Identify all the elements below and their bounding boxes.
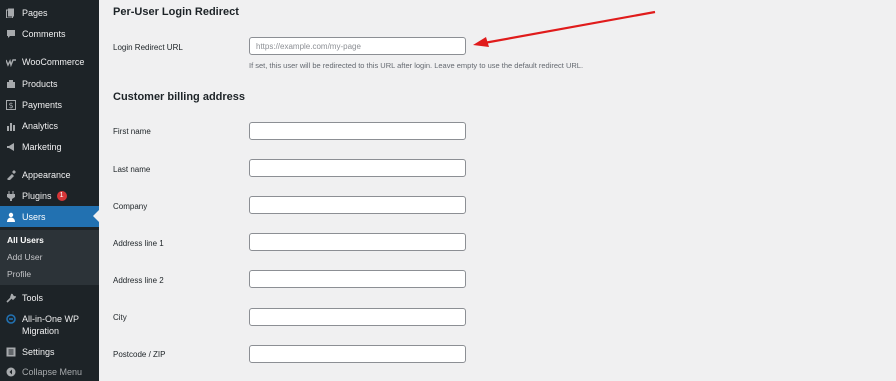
annotation-arrow-icon	[473, 10, 656, 47]
